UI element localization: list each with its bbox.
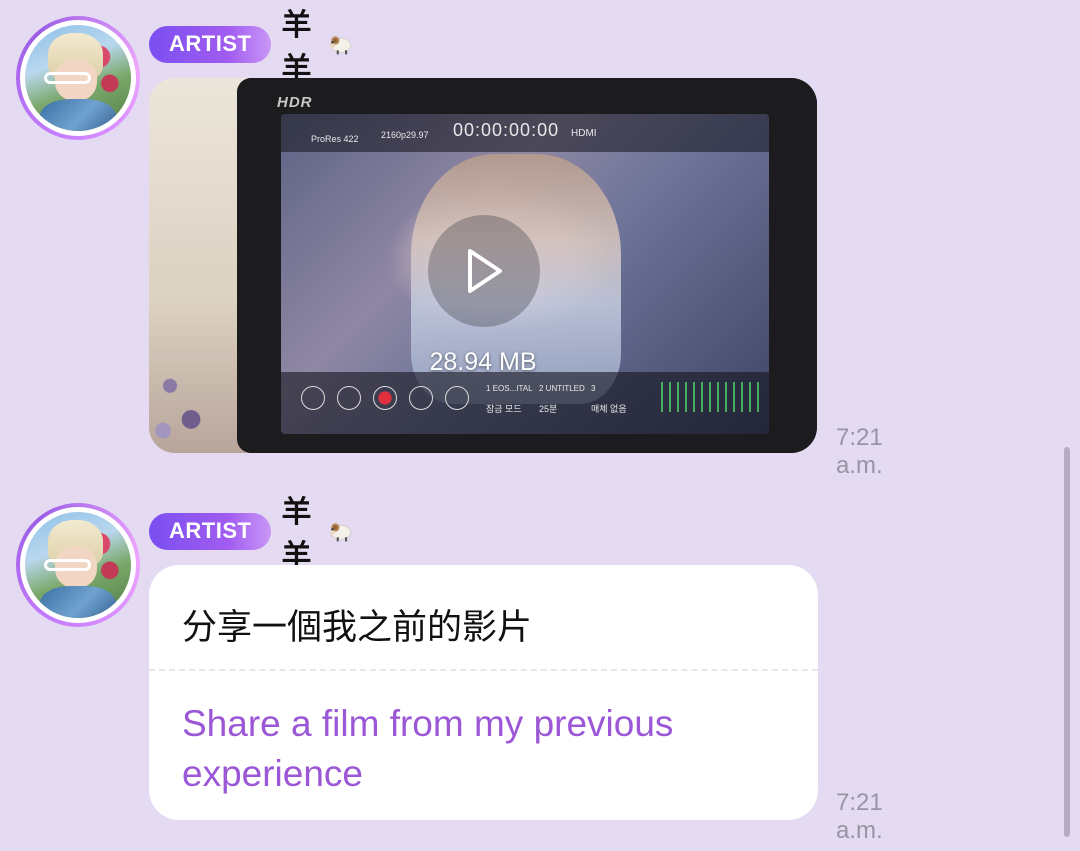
video-background bbox=[149, 78, 249, 453]
ram-emoji-icon bbox=[329, 36, 352, 55]
message-header: ARTIST 羊羊 bbox=[149, 495, 353, 574]
ram-emoji-icon bbox=[329, 523, 352, 542]
avatar-ring bbox=[20, 507, 136, 623]
monitor-topbar: ProRes 422 2160p29.97 00:00:00:00 HDMI bbox=[281, 114, 769, 152]
sender-avatar[interactable] bbox=[16, 503, 140, 627]
original-text: 分享一個我之前的影片 bbox=[182, 608, 533, 648]
resolution-label: 2160p29.97 bbox=[381, 130, 429, 140]
avatar-photo bbox=[25, 512, 131, 618]
avatar-ring bbox=[20, 20, 136, 136]
play-small-icon bbox=[409, 386, 433, 410]
hdr-label: HDR bbox=[277, 94, 313, 111]
record-icon bbox=[373, 386, 397, 410]
avatar-photo bbox=[25, 25, 131, 131]
message-header: ARTIST 羊羊 bbox=[149, 8, 353, 87]
message-bubble[interactable]: 分享一個我之前的影片 Share a film from my previous… bbox=[149, 565, 818, 820]
track2-label: 2 UNTITLED bbox=[539, 384, 585, 393]
source-label: HDMI bbox=[571, 128, 597, 139]
stop-icon bbox=[445, 386, 469, 410]
audio-meter bbox=[661, 382, 761, 412]
codec-label: ProRes 422 bbox=[311, 134, 359, 144]
artist-badge: ARTIST bbox=[149, 25, 272, 63]
translation-divider bbox=[149, 669, 818, 671]
sender-name[interactable]: 羊羊 bbox=[281, 0, 353, 88]
sender-name-text: 羊羊 bbox=[281, 8, 312, 87]
sender-name-text: 羊羊 bbox=[281, 495, 312, 574]
track3-label: 3 bbox=[591, 384, 596, 393]
mode1-label: 잠금 모드 bbox=[486, 404, 522, 414]
message-timestamp: 7:21 a.m. bbox=[836, 424, 883, 479]
skip-back-icon bbox=[301, 386, 325, 410]
sender-name[interactable]: 羊羊 bbox=[281, 487, 353, 575]
mode3-label: 매체 없음 bbox=[591, 404, 627, 414]
mode2-label: 25분 bbox=[539, 404, 558, 414]
play-button[interactable] bbox=[428, 215, 540, 327]
play-icon bbox=[468, 249, 502, 293]
scrollbar[interactable] bbox=[1064, 447, 1070, 837]
translated-text: Share a film from my previous experience bbox=[182, 703, 674, 794]
skip-forward-icon bbox=[337, 386, 361, 410]
timecode-label: 00:00:00:00 bbox=[453, 120, 560, 140]
artist-badge: ARTIST bbox=[149, 512, 272, 550]
sender-avatar[interactable] bbox=[16, 16, 140, 140]
message-timestamp: 7:21 a.m. bbox=[836, 789, 883, 844]
track1-label: 1 EOS...ITAL bbox=[486, 384, 533, 393]
monitor-bottombar: 1 EOS...ITAL 2 UNTITLED 3 잠금 모드 25분 매체 없… bbox=[281, 372, 769, 434]
